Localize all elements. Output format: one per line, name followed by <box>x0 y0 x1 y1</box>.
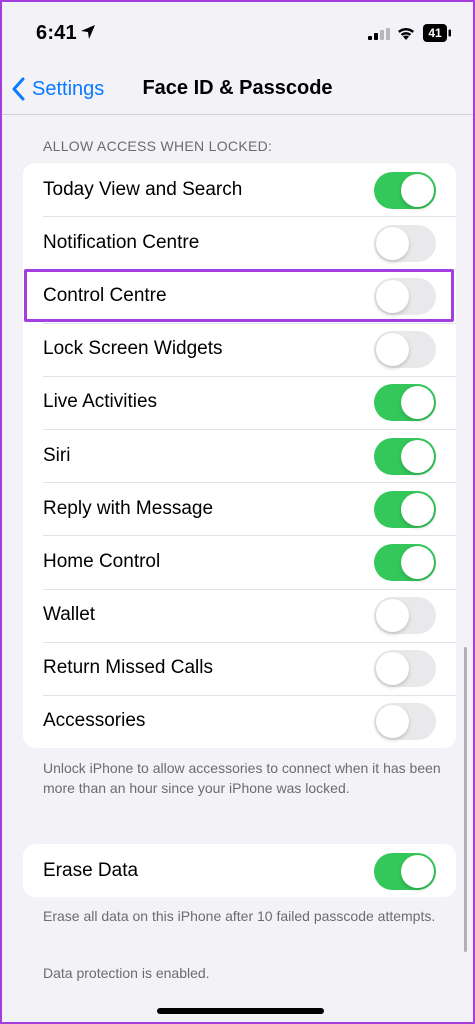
row-control-centre[interactable]: Control Centre <box>23 269 456 322</box>
battery-level: 41 <box>428 26 442 40</box>
cellular-signal-icon <box>368 28 390 40</box>
toggle-knob <box>401 854 434 888</box>
wallet-toggle[interactable] <box>374 597 436 635</box>
wifi-icon <box>398 27 414 40</box>
row-label: Erase Data <box>43 859 139 881</box>
toggle-knob <box>401 439 434 473</box>
page-title: Face ID & Passcode <box>142 77 333 99</box>
row-reply-with-message[interactable]: Reply with Message <box>23 482 456 535</box>
row-lock-screen-widgets[interactable]: Lock Screen Widgets <box>23 322 456 376</box>
toggle-knob <box>376 333 409 367</box>
row-label: Live Activities <box>43 391 158 413</box>
toggle-knob <box>401 173 434 207</box>
row-erase-data[interactable]: Erase Data <box>23 844 456 897</box>
section-header: ALLOW ACCESS WHEN LOCKED: <box>43 138 273 154</box>
reply-with-message-toggle[interactable] <box>374 490 436 528</box>
status-bar: 6:41 41 <box>2 2 473 62</box>
row-label: Home Control <box>43 550 161 572</box>
toggle-knob <box>376 599 409 633</box>
row-label: Siri <box>43 444 71 466</box>
toggle-knob <box>376 279 409 313</box>
today-view-toggle[interactable] <box>374 171 436 209</box>
accessories-footnote: Unlock iPhone to allow accessories to co… <box>43 760 441 796</box>
lock-screen-widgets-toggle[interactable] <box>374 331 436 369</box>
row-label: Today View and Search <box>43 178 243 200</box>
row-label: Lock Screen Widgets <box>43 338 223 360</box>
row-siri[interactable]: Siri <box>23 428 456 482</box>
toggle-knob <box>376 705 409 739</box>
row-live-activities[interactable]: Live Activities <box>23 375 456 429</box>
status-time: 6:41 <box>36 22 77 44</box>
control-centre-toggle[interactable] <box>374 277 436 315</box>
notification-centre-toggle[interactable] <box>374 224 436 262</box>
return-missed-calls-toggle[interactable] <box>374 650 436 688</box>
live-activities-toggle[interactable] <box>374 384 436 422</box>
row-home-control[interactable]: Home Control <box>23 535 456 588</box>
row-return-missed-calls[interactable]: Return Missed Calls <box>23 641 456 695</box>
row-label: Wallet <box>43 604 96 626</box>
row-today-view-and-search[interactable]: Today View and Search <box>23 163 456 216</box>
location-arrow-icon <box>81 25 95 39</box>
erase-data-footnote: Erase all data on this iPhone after 10 f… <box>43 908 436 924</box>
data-protection-footnote: Data protection is enabled. <box>43 965 210 981</box>
row-notification-centre[interactable]: Notification Centre <box>23 216 456 269</box>
row-label: Control Centre <box>43 284 167 306</box>
scrollbar[interactable] <box>464 647 467 952</box>
row-accessories[interactable]: Accessories <box>23 694 456 748</box>
allow-access-list: Today View and Search Notification Centr… <box>23 163 456 749</box>
navigation-bar: Settings Face ID & Passcode <box>2 62 473 114</box>
row-label: Accessories <box>43 710 146 732</box>
toggle-knob <box>376 652 409 686</box>
erase-data-group: Erase Data <box>23 844 456 898</box>
erase-data-toggle[interactable] <box>374 852 436 890</box>
home-indicator[interactable] <box>157 1008 324 1014</box>
accessories-toggle[interactable] <box>374 703 436 741</box>
row-label: Return Missed Calls <box>43 657 213 679</box>
toggle-knob <box>401 545 434 579</box>
toggle-knob <box>401 492 434 526</box>
home-control-toggle[interactable] <box>374 543 436 581</box>
row-label: Notification Centre <box>43 231 200 253</box>
siri-toggle[interactable] <box>374 437 436 475</box>
row-label: Reply with Message <box>43 497 214 519</box>
navigation-divider <box>2 114 473 115</box>
row-wallet[interactable]: Wallet <box>23 588 456 642</box>
toggle-knob <box>376 226 409 260</box>
toggle-knob <box>401 386 434 420</box>
